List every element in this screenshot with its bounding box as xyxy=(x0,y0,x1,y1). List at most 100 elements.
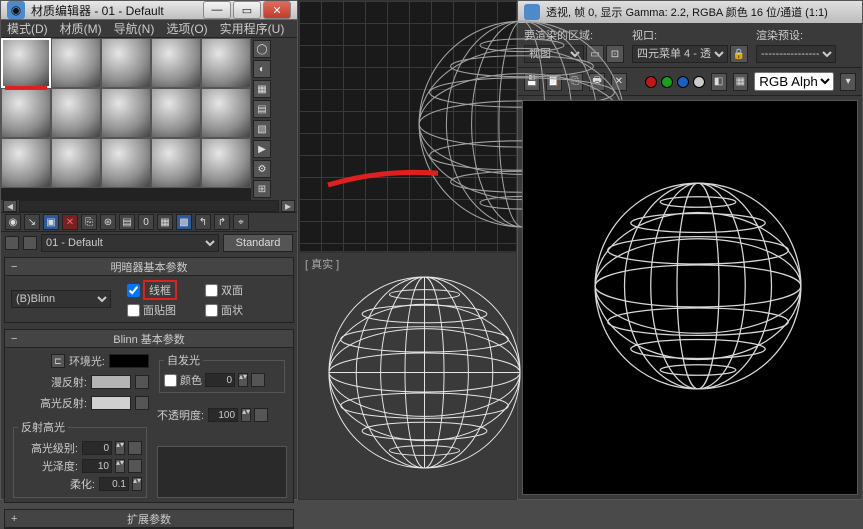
viewport-label: 视口: xyxy=(632,27,748,43)
rollout-header[interactable]: 明暗器基本参数 xyxy=(5,258,293,276)
spec-level-map-icon[interactable] xyxy=(128,441,142,455)
show-map-icon[interactable]: ▦ xyxy=(157,214,173,230)
select-icon[interactable]: ⊞ xyxy=(253,180,271,198)
channel-dot-a[interactable] xyxy=(693,76,705,88)
options-icon[interactable]: ⚙ xyxy=(253,160,271,178)
scroll-right-icon[interactable]: ▸ xyxy=(281,200,295,212)
lock-viewport-icon[interactable]: 🔒 xyxy=(730,45,748,63)
viewport-bottom[interactable]: [ 真实 ] xyxy=(298,252,517,500)
copy-icon[interactable]: ⎘ xyxy=(81,214,97,230)
material-slot[interactable] xyxy=(201,38,251,88)
go-forward-icon[interactable]: ↱ xyxy=(214,214,230,230)
put-library-icon[interactable]: ▤ xyxy=(119,214,135,230)
menu-material[interactable]: 材质(M) xyxy=(60,20,102,37)
assign-icon[interactable]: ▣ xyxy=(43,214,59,230)
channel-dot-g[interactable] xyxy=(661,76,673,88)
menu-util[interactable]: 实用程序(U) xyxy=(220,20,285,37)
material-slot[interactable] xyxy=(151,88,201,138)
material-slot[interactable] xyxy=(151,38,201,88)
toggle-icon[interactable]: ▦ xyxy=(733,73,749,91)
lock-icon[interactable]: ⊏ xyxy=(51,354,65,368)
rollout-header[interactable]: Blinn 基本参数 xyxy=(5,330,293,348)
reset-icon[interactable]: ✕ xyxy=(62,214,78,230)
opacity-input[interactable] xyxy=(208,408,238,422)
preset-select[interactable]: -------------------- xyxy=(756,45,836,63)
material-slot[interactable] xyxy=(1,138,51,188)
minimize-button[interactable]: — xyxy=(203,1,231,19)
ambient-swatch[interactable] xyxy=(109,354,149,368)
twosided-checkbox[interactable]: 双面 xyxy=(205,280,243,300)
selfillum-map-icon[interactable] xyxy=(251,373,265,387)
video-check-icon[interactable]: ▧ xyxy=(253,120,271,138)
viewport-select[interactable]: 四元菜单 4 - 透 xyxy=(632,45,728,63)
pick-icon[interactable]: ⌖ xyxy=(233,214,249,230)
get-material-icon[interactable]: ◉ xyxy=(5,214,21,230)
close-button[interactable]: ✕ xyxy=(263,1,291,19)
opacity-map-icon[interactable] xyxy=(254,408,268,422)
maximize-button[interactable]: ▭ xyxy=(233,1,261,19)
material-slot[interactable] xyxy=(1,38,51,88)
viewport-top[interactable] xyxy=(298,0,517,252)
gloss-map-icon[interactable] xyxy=(128,459,142,473)
menu-options[interactable]: 选项(O) xyxy=(166,20,207,37)
blinn-rollout: Blinn 基本参数 ⊏环境光: 漫反射: 高光反射: 反射高光 高光级别:▴▾… xyxy=(4,329,294,503)
pick-from-obj-icon[interactable] xyxy=(5,236,19,250)
scroll-track[interactable] xyxy=(19,200,279,212)
dropper-icon[interactable] xyxy=(23,236,37,250)
faceted-checkbox[interactable]: 面状 xyxy=(205,302,243,318)
menu-mode[interactable]: 模式(D) xyxy=(7,20,48,37)
material-slot[interactable] xyxy=(101,38,151,88)
channel-dot-r[interactable] xyxy=(645,76,657,88)
rollout-header[interactable]: 扩展参数 xyxy=(5,510,293,528)
material-slot[interactable] xyxy=(1,88,51,138)
backlight-icon[interactable]: ◐ xyxy=(253,60,271,78)
spinner-icon[interactable]: ▴▾ xyxy=(115,441,125,455)
spec-map-icon[interactable] xyxy=(135,396,149,410)
uv-tile-icon[interactable]: ▤ xyxy=(253,100,271,118)
channel-more-icon[interactable]: ▾ xyxy=(840,73,856,91)
spinner-icon[interactable]: ▴▾ xyxy=(132,477,142,491)
wireframe-checkbox[interactable]: 线框 xyxy=(127,280,177,300)
make-unique-icon[interactable]: ⊛ xyxy=(100,214,116,230)
mat-id-icon[interactable]: 0 xyxy=(138,214,154,230)
preview-icon[interactable]: ▶ xyxy=(253,140,271,158)
titlebar[interactable]: ◉ 材质编辑器 - 01 - Default — ▭ ✕ xyxy=(1,1,297,20)
put-to-scene-icon[interactable]: ↘ xyxy=(24,214,40,230)
facemap-checkbox[interactable]: 面贴图 xyxy=(127,302,177,318)
material-slot[interactable] xyxy=(51,88,101,138)
render-canvas[interactable] xyxy=(522,100,858,495)
go-parent-icon[interactable]: ↰ xyxy=(195,214,211,230)
material-name-select[interactable]: 01 - Default xyxy=(41,234,219,252)
self-illum-input[interactable] xyxy=(205,373,235,387)
channel-dot-b[interactable] xyxy=(677,76,689,88)
material-slot[interactable] xyxy=(101,138,151,188)
material-slot[interactable] xyxy=(201,138,251,188)
self-illum-color-checkbox[interactable]: 颜色 ▴▾ xyxy=(164,372,280,388)
scroll-left-icon[interactable]: ◂ xyxy=(3,200,17,212)
material-type-button[interactable]: Standard xyxy=(223,234,293,252)
self-illum-legend: 自发光 xyxy=(164,352,203,368)
sample-type-icon[interactable]: ◯ xyxy=(253,40,271,58)
material-slot[interactable] xyxy=(51,138,101,188)
show-end-icon[interactable]: ▩ xyxy=(176,214,192,230)
material-slot[interactable] xyxy=(151,138,201,188)
viewport-label[interactable]: [ 真实 ] xyxy=(305,256,339,272)
spec-level-input[interactable] xyxy=(82,441,112,455)
diffuse-map-icon[interactable] xyxy=(135,375,149,389)
spinner-icon[interactable]: ▴▾ xyxy=(115,459,125,473)
material-slot[interactable] xyxy=(101,88,151,138)
background-icon[interactable]: ▦ xyxy=(253,80,271,98)
gloss-input[interactable] xyxy=(82,459,112,473)
channel-select[interactable]: RGB Alpha xyxy=(754,72,834,91)
spinner-icon[interactable]: ▴▾ xyxy=(241,408,251,422)
spinner-icon[interactable]: ▴▾ xyxy=(238,373,248,387)
material-slot[interactable] xyxy=(201,88,251,138)
mono-icon[interactable]: ◧ xyxy=(711,73,727,91)
soften-input[interactable] xyxy=(99,477,129,491)
specular-swatch[interactable] xyxy=(91,396,131,410)
slot-scrollbar[interactable]: ◂ ▸ xyxy=(1,200,297,212)
shader-type-select[interactable]: (B)Blinn xyxy=(11,290,111,308)
menu-nav[interactable]: 导航(N) xyxy=(114,20,155,37)
material-slot[interactable] xyxy=(51,38,101,88)
diffuse-swatch[interactable] xyxy=(91,375,131,389)
